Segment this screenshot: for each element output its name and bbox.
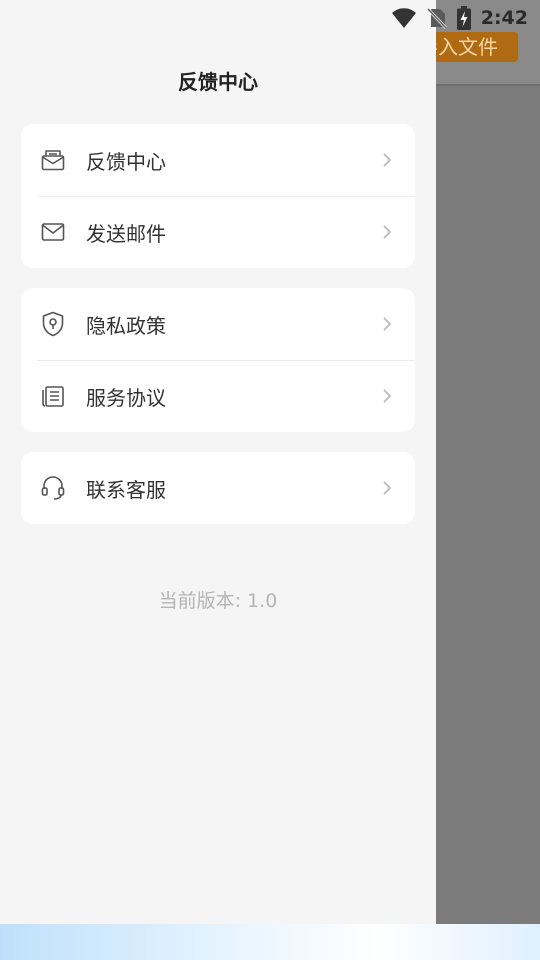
chevron-right-icon	[383, 225, 392, 239]
feedback-drawer: 反馈中心 反馈中心 发送邮件 隐私政策 服务协议 联系客服 当前版本: 1.0	[0, 0, 436, 924]
menu-item-contact-support[interactable]: 联系客服	[21, 452, 415, 524]
menu-item-service-agreement[interactable]: 服务协议	[21, 360, 415, 432]
battery-charging-icon	[456, 6, 471, 30]
menu-item-label: 联系客服	[86, 477, 166, 502]
menu-item-label: 发送邮件	[86, 221, 166, 246]
chevron-right-icon	[383, 389, 392, 403]
feedback-mail-icon	[40, 147, 66, 173]
no-sim-icon	[426, 7, 447, 29]
menu-item-feedback-center[interactable]: 反馈中心	[21, 124, 415, 196]
menu-card-support: 联系客服	[21, 452, 415, 524]
chevron-right-icon	[383, 317, 392, 331]
menu-item-label: 服务协议	[86, 385, 166, 410]
menu-item-label: 隐私政策	[86, 313, 166, 338]
menu-item-privacy-policy[interactable]: 隐私政策	[21, 288, 415, 360]
menu-card-feedback: 反馈中心 发送邮件	[21, 124, 415, 268]
menu-item-label: 反馈中心	[86, 149, 166, 174]
chevron-right-icon	[383, 481, 392, 495]
status-bar: 2:42	[391, 0, 540, 36]
menu-card-policies: 隐私政策 服务协议	[21, 288, 415, 432]
bottom-banner	[0, 924, 540, 960]
headset-icon	[40, 475, 66, 501]
shield-icon	[40, 311, 66, 337]
menu-item-send-email[interactable]: 发送邮件	[21, 196, 415, 268]
chevron-right-icon	[383, 153, 392, 167]
document-stack-icon	[40, 383, 66, 409]
wifi-icon	[391, 8, 416, 28]
version-text: 当前版本: 1.0	[158, 590, 278, 612]
drawer-title: 反馈中心	[178, 70, 258, 94]
status-time: 2:42	[480, 7, 528, 29]
envelope-icon	[40, 219, 66, 245]
